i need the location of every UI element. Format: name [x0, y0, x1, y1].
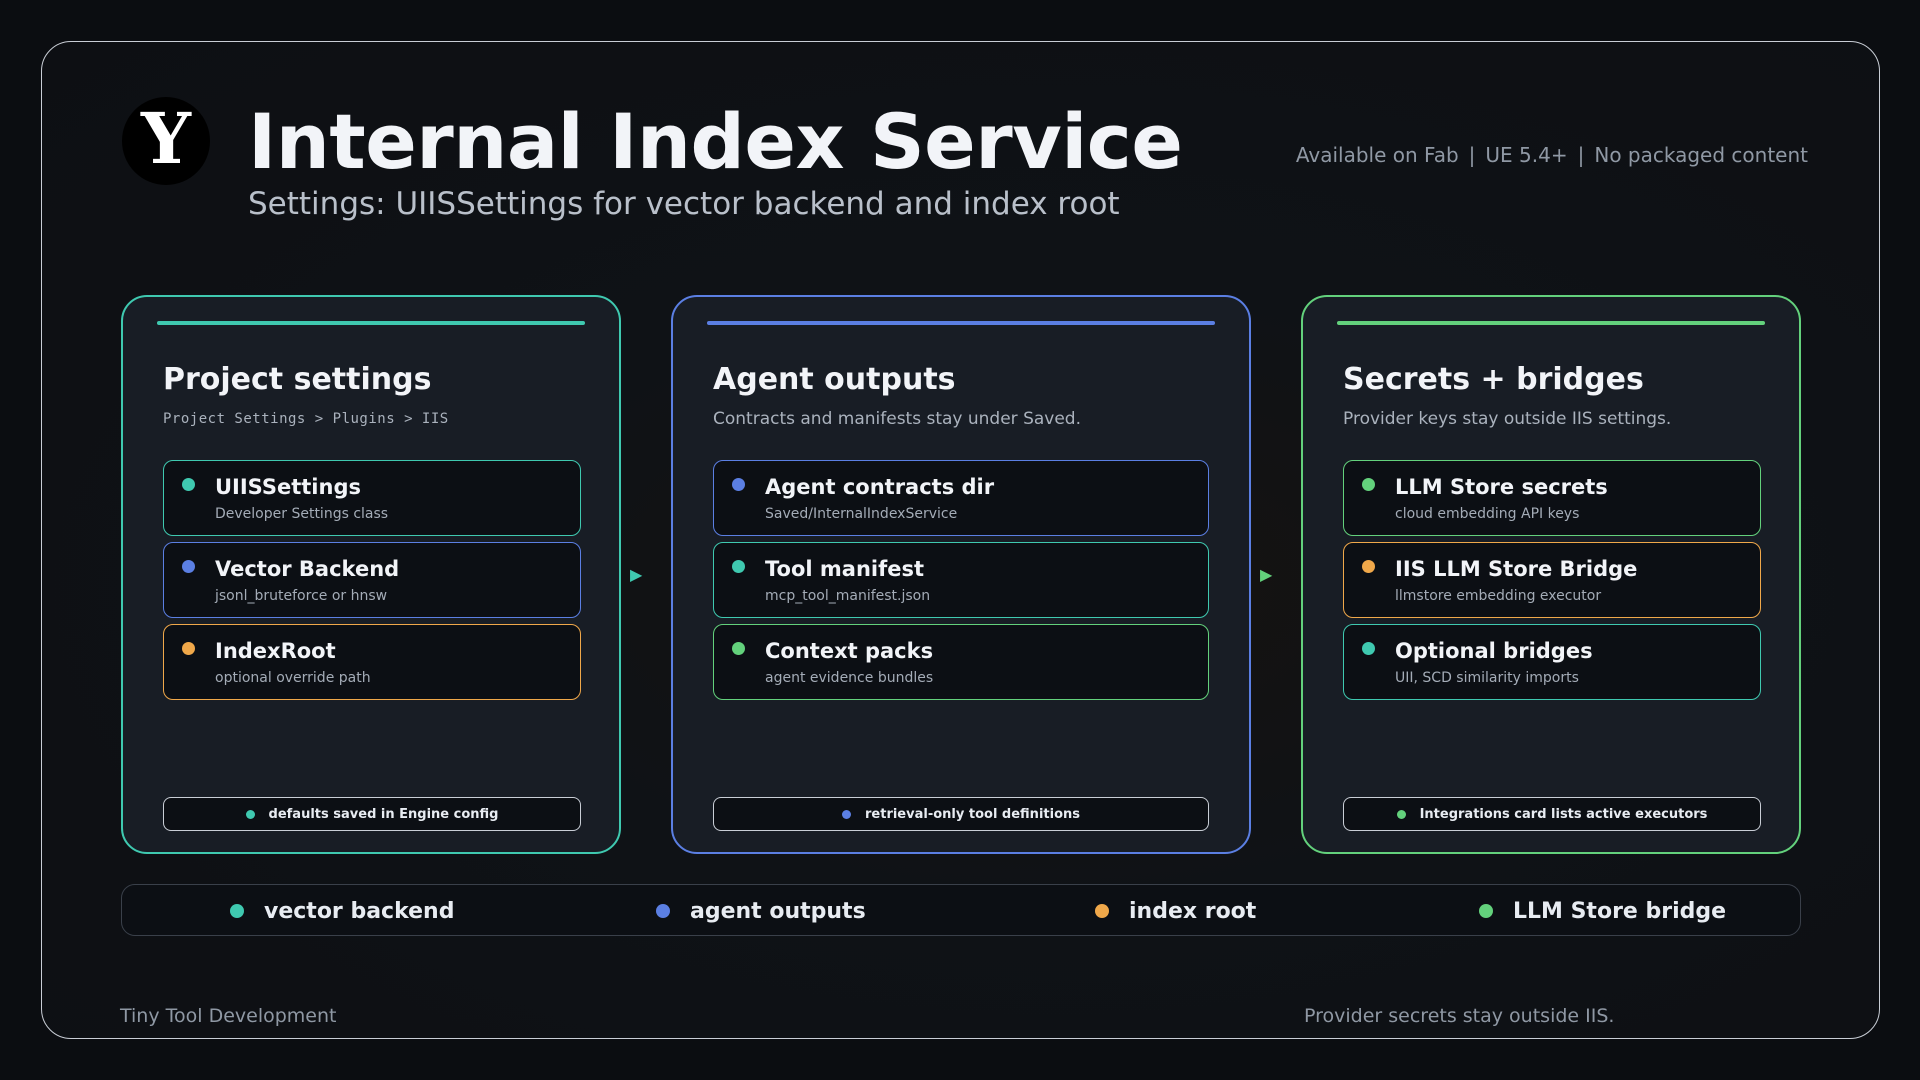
card-title: Optional bridges [1395, 639, 1593, 663]
legend-item-index-root: index root [1095, 885, 1256, 937]
card-uiissettings: UIISSettings Developer Settings class [163, 460, 581, 536]
meta-info: Available on Fab | UE 5.4+ | No packaged con… [1296, 143, 1808, 167]
card-subtitle: cloud embedding API keys [1395, 506, 1580, 522]
meta-content-note: No packaged content [1594, 143, 1808, 167]
panel-title: Secrets + bridges [1343, 362, 1644, 397]
card-title: UIISSettings [215, 475, 361, 499]
panel-title: Agent outputs [713, 362, 956, 397]
card-iis-llm-store-bridge: IIS LLM Store Bridge llmstore embedding … [1343, 542, 1761, 618]
footer-credit: Tiny Tool Development [120, 1005, 337, 1027]
panel-footer-note: defaults saved in Engine config [163, 797, 581, 831]
legend-label: vector backend [264, 898, 455, 924]
status-dot [182, 478, 195, 491]
card-optional-bridges: Optional bridges UII, SCD similarity imp… [1343, 624, 1761, 700]
panel-accent-bar [707, 321, 1215, 325]
legend-item-agent-outputs: agent outputs [656, 885, 866, 937]
panel-project-settings: Project settings Project Settings > Plug… [121, 295, 621, 854]
panel-agent-outputs: Agent outputs Contracts and manifests st… [671, 295, 1251, 854]
panel-caption: Contracts and manifests stay under Saved… [713, 409, 1081, 429]
card-tool-manifest: Tool manifest mcp_tool_manifest.json [713, 542, 1209, 618]
panel-title: Project settings [163, 362, 432, 397]
legend-dot [1095, 904, 1109, 918]
logo-letter: Y [141, 97, 191, 180]
status-dot [1362, 478, 1375, 491]
card-subtitle: jsonl_bruteforce or hnsw [215, 588, 388, 604]
footer-text: Integrations card lists active executors [1419, 806, 1708, 822]
card-context-packs: Context packs agent evidence bundles [713, 624, 1209, 700]
card-title: Vector Backend [215, 557, 400, 581]
card-subtitle: Developer Settings class [215, 506, 389, 522]
status-dot [182, 560, 195, 573]
card-subtitle: Saved/InternalIndexService [765, 506, 958, 522]
card-subtitle: agent evidence bundles [765, 670, 934, 686]
card-subtitle: llmstore embedding executor [1395, 588, 1602, 604]
flow-arrow-icon: ▶ [630, 565, 643, 584]
card-indexroot: IndexRoot optional override path [163, 624, 581, 700]
page-subtitle: Settings: UIISSettings for vector backen… [248, 186, 1120, 222]
legend-dot [1479, 904, 1493, 918]
flow-arrow-icon: ▶ [1260, 565, 1273, 584]
footer-text: defaults saved in Engine config [268, 806, 499, 822]
page-title: Internal Index Service [248, 97, 1183, 186]
footer-dot [245, 809, 255, 819]
card-llm-store-secrets: LLM Store secrets cloud embedding API ke… [1343, 460, 1761, 536]
status-dot [732, 478, 745, 491]
footer-dot [1396, 809, 1406, 819]
panel-breadcrumb: Project Settings > Plugins > IIS [163, 411, 449, 427]
panel-footer-note: Integrations card lists active executors [1343, 797, 1761, 831]
card-agent-contracts-dir: Agent contracts dir Saved/InternalIndexS… [713, 460, 1209, 536]
panel-caption: Provider keys stay outside IIS settings. [1343, 409, 1672, 429]
status-dot [1362, 560, 1375, 573]
card-vector-backend: Vector Backend jsonl_bruteforce or hnsw [163, 542, 581, 618]
card-subtitle: mcp_tool_manifest.json [765, 588, 931, 604]
card-title: Tool manifest [765, 557, 925, 581]
card-title: Context packs [765, 639, 934, 663]
footer-dot [842, 809, 851, 819]
card-title: LLM Store secrets [1395, 475, 1608, 499]
panel-accent-bar [1337, 321, 1765, 325]
footer-text: retrieval-only tool definitions [865, 806, 1080, 822]
card-subtitle: optional override path [215, 670, 371, 686]
meta-separator: | [1577, 143, 1585, 167]
legend-label: LLM Store bridge [1513, 898, 1727, 924]
card-title: IIS LLM Store Bridge [1395, 557, 1638, 581]
panel-footer-note: retrieval-only tool definitions [713, 797, 1209, 831]
panel-accent-bar [157, 321, 585, 325]
meta-separator: | [1468, 143, 1476, 167]
panel-secrets-bridges: Secrets + bridges Provider keys stay out… [1301, 295, 1801, 854]
brand-logo: Y [122, 97, 210, 185]
card-title: IndexRoot [215, 639, 336, 663]
meta-engine-version: UE 5.4+ [1485, 143, 1568, 167]
footer-note: Provider secrets stay outside IIS. [1304, 1005, 1615, 1027]
legend-dot [656, 904, 670, 918]
legend-item-vector-backend: vector backend [230, 885, 454, 937]
status-dot [732, 642, 745, 655]
status-dot [182, 642, 195, 655]
status-dot [1362, 642, 1375, 655]
meta-availability: Available on Fab [1295, 143, 1459, 167]
card-title: Agent contracts dir [765, 475, 995, 499]
legend-label: index root [1129, 898, 1257, 924]
legend-label: agent outputs [690, 898, 866, 924]
card-subtitle: UII, SCD similarity imports [1395, 670, 1579, 686]
status-dot [732, 560, 745, 573]
legend-dot [230, 904, 244, 918]
legend-bar: vector backend agent outputs index root … [121, 884, 1801, 936]
legend-item-llm-store-bridge: LLM Store bridge [1479, 885, 1726, 937]
